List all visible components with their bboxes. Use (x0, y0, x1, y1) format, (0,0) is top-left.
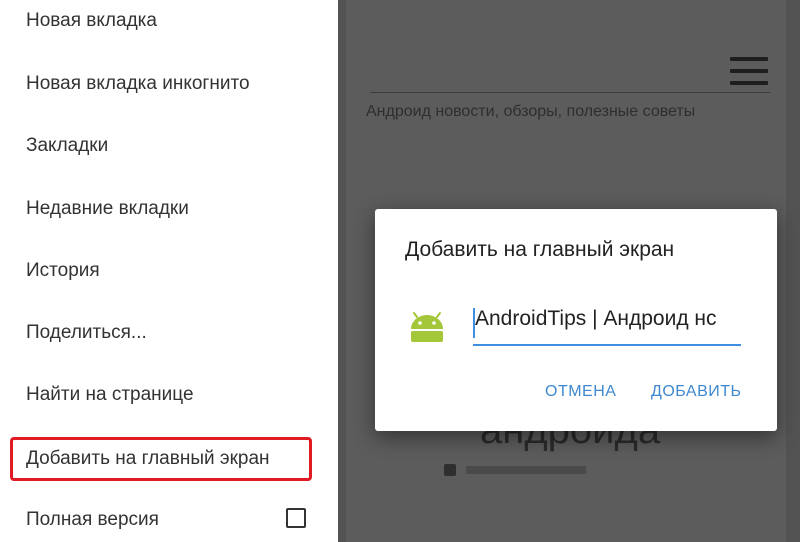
dialog-title: Добавить на главный экран (405, 238, 675, 261)
add-to-home-dialog: Добавить на главный экран ОТМЕНА ДОБАВИТ… (375, 209, 777, 431)
desktop-version-checkbox[interactable] (286, 508, 306, 528)
hamburger-menu-icon[interactable] (730, 57, 768, 93)
site-tagline: Андроид новости, обзоры, полезные советы (366, 103, 696, 120)
overflow-menu: Новая вкладка Новая вкладка инкогнито За… (0, 0, 338, 542)
menu-item-find-in-page[interactable]: Найти на странице (26, 384, 194, 406)
menu-item-history[interactable]: История (26, 260, 100, 282)
menu-item-add-to-home-screen[interactable]: Добавить на главный экран (26, 448, 270, 470)
menu-item-incognito-tab[interactable]: Новая вкладка инкогнито (26, 73, 250, 95)
divider (370, 92, 770, 93)
calendar-icon (444, 464, 456, 476)
cancel-button[interactable]: ОТМЕНА (545, 383, 616, 401)
menu-item-recent-tabs[interactable]: Недавние вкладки (26, 198, 189, 220)
menu-item-new-tab[interactable]: Новая вкладка (26, 10, 157, 32)
menu-item-share[interactable]: Поделиться... (26, 322, 147, 344)
android-icon (411, 312, 443, 342)
shortcut-name-input[interactable] (475, 307, 741, 331)
menu-item-bookmarks[interactable]: Закладки (26, 135, 108, 157)
menu-item-desktop-version[interactable]: Полная версия (26, 509, 159, 531)
add-button[interactable]: ДОБАВИТЬ (651, 383, 742, 401)
input-underline (473, 344, 741, 346)
article-date-placeholder (466, 466, 586, 474)
